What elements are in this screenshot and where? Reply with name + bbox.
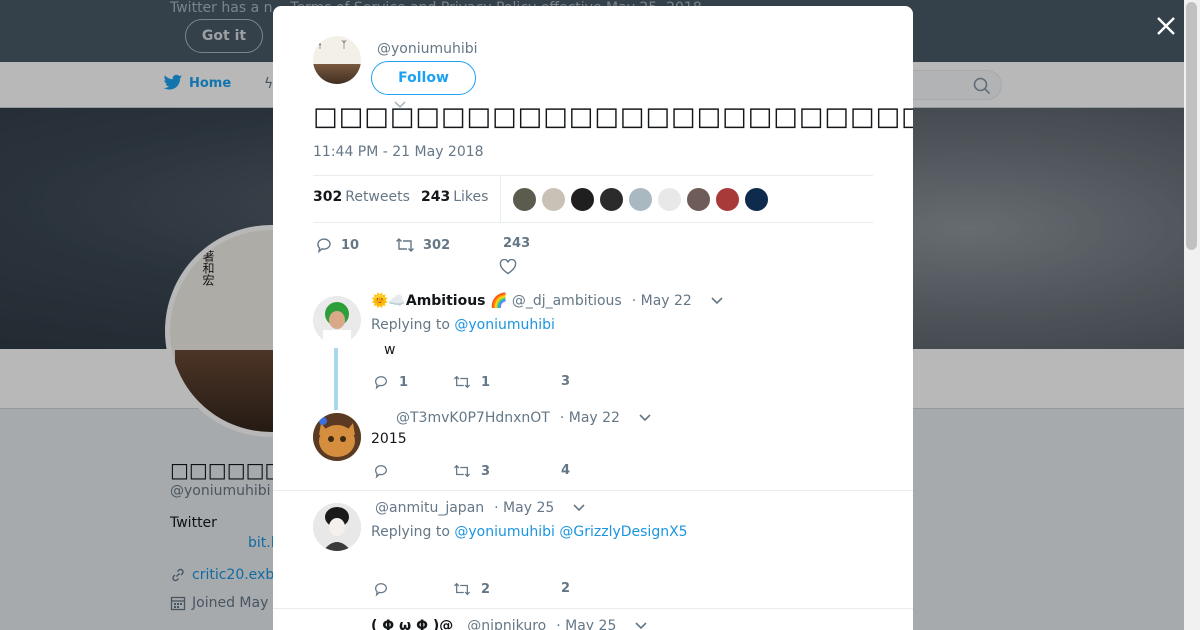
tweet-actions: 10 302 243 — [313, 234, 873, 284]
retweet-action[interactable]: 302 — [395, 236, 450, 254]
reply-header: @T3mvK0P7HdnxnOT · May 22 — [392, 410, 652, 426]
replying-to: Replying to @yoniumuhibi @GrizzlyDesignX… — [371, 524, 688, 540]
reply-action[interactable]: 10 — [315, 236, 359, 254]
chevron-down-icon[interactable] — [638, 413, 652, 423]
stats-divider — [500, 176, 501, 223]
reply-avatar[interactable] — [313, 296, 361, 344]
retweets-stat[interactable]: 302 Retweets — [313, 189, 410, 205]
retweet-icon — [454, 375, 470, 389]
replying-to-link[interactable]: @yoniumuhibi — [454, 317, 555, 333]
tweet-stats: 302 Retweets 243 Likes — [313, 175, 873, 223]
replying-label: Replying to — [371, 317, 450, 333]
reply-actions: 3 4 — [371, 463, 631, 485]
retweet-icon — [454, 464, 470, 478]
heart-icon[interactable] — [499, 259, 517, 275]
replying-label: Replying to — [371, 524, 450, 540]
like-action[interactable]: 3 — [561, 374, 570, 389]
like-count: 243 — [503, 236, 531, 251]
avatar-image — [313, 296, 361, 344]
retweets-count: 302 — [313, 189, 343, 205]
reply-actions: 1 1 3 — [371, 374, 631, 396]
reply-author-handle[interactable]: @anmitu_japan — [375, 500, 484, 516]
liker-avatar[interactable] — [686, 187, 711, 212]
retweet-count: 3 — [481, 463, 491, 479]
avatar-image — [313, 413, 361, 461]
reply-text: 2015 — [371, 431, 407, 447]
scrollbar-thumb[interactable] — [1186, 2, 1197, 250]
author-avatar[interactable]: ᚽ ᛉ — [313, 36, 361, 84]
retweet-action[interactable]: 3 — [453, 463, 490, 479]
retweet-count: 302 — [423, 237, 451, 253]
like-action[interactable]: 2 — [561, 581, 570, 596]
reply-author-name[interactable]: 🌞☁️Ambitious 🌈 — [371, 293, 508, 309]
liker-avatar[interactable] — [570, 187, 595, 212]
reply-icon — [375, 465, 387, 479]
retweets-label: Retweets — [345, 189, 410, 205]
liker-avatar[interactable] — [657, 187, 682, 212]
likes-count: 243 — [421, 189, 451, 205]
tweet-timestamp[interactable]: 11:44 PM - 21 May 2018 — [313, 144, 484, 160]
reply-date[interactable]: · May 25 — [494, 500, 554, 516]
reply-count: 1 — [399, 374, 409, 390]
retweet-count: 1 — [481, 374, 491, 390]
liker-avatar[interactable] — [512, 187, 537, 212]
replying-to-link[interactable]: @yoniumuhibi @GrizzlyDesignX5 — [454, 524, 687, 540]
retweet-action[interactable]: 2 — [453, 581, 490, 597]
reply-icon — [375, 376, 387, 390]
retweet-icon — [454, 582, 470, 596]
reply-action[interactable] — [373, 463, 399, 479]
liker-avatar[interactable] — [599, 187, 624, 212]
retweet-action[interactable]: 1 — [453, 374, 490, 390]
replying-to: Replying to @yoniumuhibi — [371, 317, 555, 333]
reply-date[interactable]: · May 22 — [632, 293, 692, 309]
follow-button[interactable]: Follow — [371, 61, 476, 95]
reply-count: 10 — [341, 237, 360, 253]
like-count: 3 — [561, 374, 571, 389]
liker-avatar[interactable] — [744, 187, 769, 212]
reply-author-name[interactable]: ( Φ ω Φ )@ — [371, 618, 453, 630]
like-count: 2 — [561, 581, 571, 596]
like-action[interactable]: 4 — [561, 463, 570, 478]
reply-text: w — [384, 342, 396, 358]
likes-stat[interactable]: 243 Likes — [421, 189, 488, 205]
thread-line — [334, 348, 338, 410]
reply-divider — [273, 608, 913, 609]
close-icon[interactable] — [1152, 12, 1180, 40]
reply-author-handle[interactable]: @nipnikuro — [467, 618, 546, 630]
reply-avatar[interactable] — [313, 413, 361, 461]
like-count: 4 — [561, 463, 571, 478]
reply-avatar[interactable] — [313, 503, 361, 551]
like-action[interactable]: 243 — [503, 236, 530, 251]
likes-label: Likes — [453, 189, 489, 205]
reply-icon — [375, 583, 387, 597]
author-handle[interactable]: @yoniumuhibi — [377, 41, 478, 57]
reply-actions: 2 2 — [371, 581, 631, 603]
reply-header: 🌞☁️Ambitious 🌈 @_dj_ambitious · May 22 — [371, 293, 724, 309]
reply-divider — [273, 490, 913, 491]
tweet-text: □□□□□□□□□□□□□□□□□□□□□□□□□□□□□□□□□□□□□□□□… — [313, 102, 913, 132]
liker-avatar[interactable] — [715, 187, 740, 212]
reply-date[interactable]: · May 22 — [560, 410, 620, 426]
chevron-down-icon[interactable] — [710, 296, 724, 306]
reply-author-handle[interactable]: @T3mvK0P7HdnxnOT — [396, 410, 550, 426]
reply-icon — [317, 238, 331, 254]
liker-avatar[interactable] — [628, 187, 653, 212]
tweet-modal: ᚽ ᛉ @yoniumuhibi Follow □□□□□□□□□□□□□□□□… — [273, 6, 913, 630]
reply-action[interactable]: 1 — [373, 374, 408, 390]
liker-avatar[interactable] — [541, 187, 566, 212]
chevron-down-icon[interactable] — [572, 503, 586, 513]
retweet-icon — [396, 238, 414, 252]
reply-author-handle[interactable]: @_dj_ambitious — [512, 293, 622, 309]
reply-header: ( Φ ω Φ )@ @nipnikuro · May 25 — [371, 618, 648, 630]
chevron-down-icon[interactable] — [634, 621, 648, 630]
retweet-count: 2 — [481, 581, 491, 597]
reply-action[interactable] — [373, 581, 399, 597]
reply-header: @anmitu_japan · May 25 — [371, 500, 586, 516]
reply-date[interactable]: · May 25 — [556, 618, 616, 630]
avatar-image — [313, 503, 361, 551]
